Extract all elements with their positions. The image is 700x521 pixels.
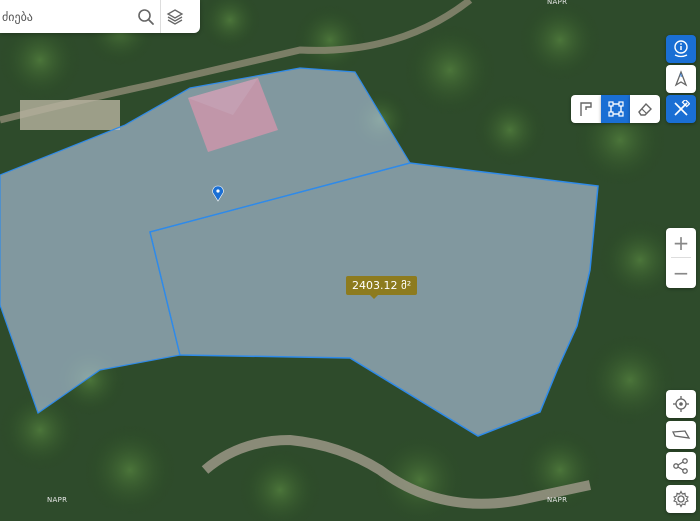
attribution-label: NAPR	[547, 496, 568, 504]
locate-icon	[673, 396, 689, 412]
compass-button[interactable]: N	[666, 65, 696, 93]
compass-icon: N	[674, 70, 688, 87]
draw-line-button[interactable]	[571, 95, 601, 123]
settings-icon	[673, 490, 689, 508]
search-icon	[138, 8, 154, 25]
search-input[interactable]	[0, 0, 132, 33]
polyline-icon	[580, 102, 592, 116]
track-icon	[671, 430, 691, 439]
info-icon	[674, 40, 688, 58]
area-value: 2403.12 მ²	[352, 279, 412, 292]
eraser-button[interactable]	[630, 95, 660, 123]
polygon-icon	[607, 101, 624, 117]
info-button[interactable]	[666, 35, 696, 63]
area-measurement-label: 2403.12 მ²	[346, 276, 418, 299]
search-button[interactable]	[132, 0, 160, 33]
map-canvas[interactable]	[0, 0, 700, 521]
zoom-out-button[interactable]: −	[666, 258, 696, 287]
svg-text:N: N	[680, 73, 683, 78]
share-button[interactable]	[666, 452, 696, 480]
locate-button[interactable]	[666, 390, 696, 418]
layers-icon	[166, 8, 184, 25]
tools-icon	[674, 100, 690, 116]
attribution-label: NAPR	[47, 496, 68, 504]
zoom-control: + −	[666, 228, 696, 288]
clearing	[20, 100, 120, 130]
attribution-label: NAPR	[547, 0, 568, 6]
zoom-out-icon: −	[672, 260, 690, 285]
track-button[interactable]	[666, 421, 696, 449]
layers-button[interactable]	[161, 0, 189, 33]
eraser-icon	[638, 102, 652, 116]
draw-polygon-button[interactable]	[601, 95, 630, 123]
zoom-in-button[interactable]: +	[666, 228, 696, 257]
zoom-in-icon: +	[672, 230, 690, 255]
share-icon	[673, 458, 688, 474]
search-bar	[0, 0, 200, 33]
drawing-tools-button[interactable]	[666, 95, 696, 123]
settings-button[interactable]	[666, 485, 696, 513]
